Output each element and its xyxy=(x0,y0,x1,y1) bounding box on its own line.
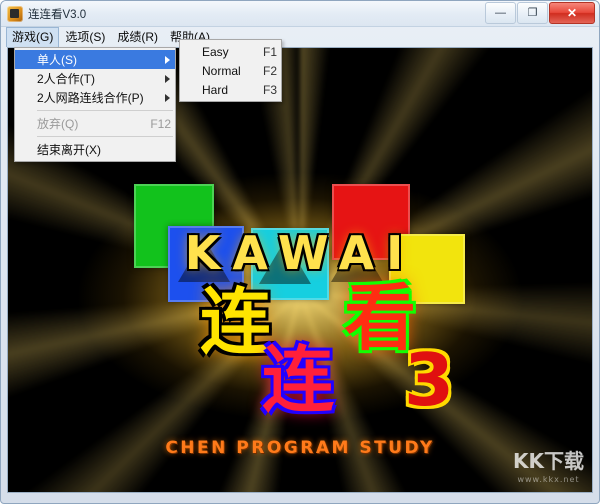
menu-item-network-coop[interactable]: 2人网路连线合作(P) xyxy=(15,88,175,107)
menu-item-normal-accel: F2 xyxy=(262,63,277,78)
maximize-icon: ❐ xyxy=(527,6,538,19)
menu-item-easy[interactable]: Easy F1 xyxy=(180,42,281,61)
menu-record[interactable]: 成绩(R) xyxy=(111,27,164,47)
menu-item-hard-label: Hard xyxy=(202,82,229,97)
title-bar: 连连看V3.0 — ❐ ✕ xyxy=(1,1,599,27)
close-icon: ✕ xyxy=(566,6,578,20)
menu-item-quit-game-accel: F12 xyxy=(150,116,171,131)
menu-options[interactable]: 选项(S) xyxy=(59,27,111,47)
application-window: 连连看V3.0 — ❐ ✕ 游戏(G) 选项(S) 成绩(R) 帮助(A) KA… xyxy=(0,0,600,504)
window-title: 连连看V3.0 xyxy=(28,8,87,21)
app-icon xyxy=(7,5,23,22)
menu-item-single-player[interactable]: 单人(S) xyxy=(15,50,175,69)
menu-item-normal-label: Normal xyxy=(202,63,241,78)
logo-version-number: 3 xyxy=(404,338,455,422)
menu-item-quit-game: 放弃(Q) F12 xyxy=(15,114,175,133)
menu-item-two-player-coop-label: 2人合作(T) xyxy=(37,72,95,86)
menu-separator xyxy=(37,110,173,111)
menu-item-easy-accel: F1 xyxy=(262,44,277,59)
menu-item-quit-game-label: 放弃(Q) xyxy=(37,117,79,131)
difficulty-submenu: Easy F1 Normal F2 Hard F3 xyxy=(179,39,282,102)
chevron-right-icon xyxy=(165,93,170,102)
game-dropdown-menu: 单人(S) 2人合作(T) 2人网路连线合作(P) 放弃(Q) F12 结束离开… xyxy=(14,47,176,162)
menu-item-exit[interactable]: 结束离开(X) xyxy=(15,140,175,159)
logo-cjk-2: 连 xyxy=(262,338,335,422)
watermark-main: KK下载 xyxy=(513,449,584,473)
menu-item-normal[interactable]: Normal F2 xyxy=(180,61,281,80)
menu-separator xyxy=(37,136,173,137)
menu-item-hard[interactable]: Hard F3 xyxy=(180,80,281,99)
menu-item-easy-label: Easy xyxy=(202,44,229,59)
close-button[interactable]: ✕ xyxy=(549,2,595,24)
menu-game[interactable]: 游戏(G) xyxy=(6,27,60,47)
logo-title-latin: KAWAI xyxy=(184,226,416,280)
minimize-icon: — xyxy=(495,6,506,19)
menu-item-two-player-coop[interactable]: 2人合作(T) xyxy=(15,69,175,88)
menu-item-network-coop-label: 2人网路连线合作(P) xyxy=(37,91,144,105)
chevron-right-icon xyxy=(165,74,170,83)
menu-bar: 游戏(G) 选项(S) 成绩(R) 帮助(A) xyxy=(1,27,599,47)
watermark: KK下载 www.kkx.net xyxy=(513,445,584,484)
menu-item-single-player-label: 单人(S) xyxy=(37,53,77,67)
watermark-sub: www.kkx.net xyxy=(517,475,580,484)
splash-tagline: CHEN PROGRAM STUDY xyxy=(165,438,435,458)
window-controls: — ❐ ✕ xyxy=(484,2,595,24)
minimize-button[interactable]: — xyxy=(485,2,516,24)
chevron-right-icon xyxy=(165,55,170,64)
menu-item-exit-label: 结束离开(X) xyxy=(37,143,101,157)
menu-item-hard-accel: F3 xyxy=(262,82,277,97)
maximize-button[interactable]: ❐ xyxy=(517,2,548,24)
